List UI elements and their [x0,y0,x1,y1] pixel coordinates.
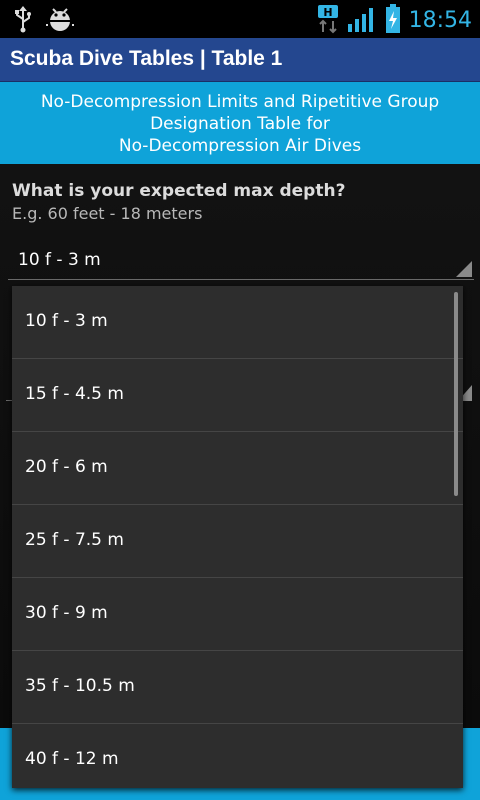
depth-spinner-value: 10 f - 3 m [18,250,101,270]
option-label: 20 f - 6 m [25,457,108,477]
clock: 18:54 [408,8,472,33]
option-label: 30 f - 9 m [25,603,108,623]
battery-charging-icon [385,4,401,38]
option-label: 25 f - 7.5 m [25,530,124,550]
dropdown-option[interactable]: 10 f - 3 m [12,286,463,359]
table-header: No-Decompression Limits and Ripetitive G… [0,82,480,164]
option-label: 35 f - 10.5 m [25,676,135,696]
option-label: 40 f - 12 m [25,749,119,769]
option-label: 10 f - 3 m [25,311,108,331]
dropdown-option[interactable]: 20 f - 6 m [12,432,463,505]
dropdown-option[interactable]: 40 f - 12 m [12,724,463,788]
depth-dropdown-popup[interactable]: 10 f - 3 m 15 f - 4.5 m 20 f - 6 m 25 f … [12,286,463,788]
depth-hint: E.g. 60 feet - 18 meters [12,204,203,223]
usb-icon [14,5,32,37]
svg-text:H: H [323,6,332,19]
android-debug-icon [45,5,75,37]
status-bar: H 18:54 [0,0,480,38]
dropdown-option[interactable]: 25 f - 7.5 m [12,505,463,578]
depth-spinner[interactable]: 10 f - 3 m [8,242,474,280]
option-label: 15 f - 4.5 m [25,384,124,404]
dropdown-option[interactable]: 35 f - 10.5 m [12,651,463,724]
header-line-3: No-Decompression Air Dives [118,136,362,156]
hspa-data-icon: H [317,4,339,38]
spinner-arrow-icon [456,261,472,277]
app-title: Scuba Dive Tables | Table 1 [10,47,283,70]
depth-question-label: What is your expected max depth? [12,181,346,201]
signal-icon [347,5,377,37]
header-line-2: Designation Table for [150,114,330,134]
header-line-1: No-Decompression Limits and Ripetitive G… [40,92,440,112]
dropdown-option[interactable]: 15 f - 4.5 m [12,359,463,432]
dropdown-scrollbar[interactable] [454,292,458,496]
title-bar: Scuba Dive Tables | Table 1 [0,38,480,82]
dropdown-option[interactable]: 30 f - 9 m [12,578,463,651]
